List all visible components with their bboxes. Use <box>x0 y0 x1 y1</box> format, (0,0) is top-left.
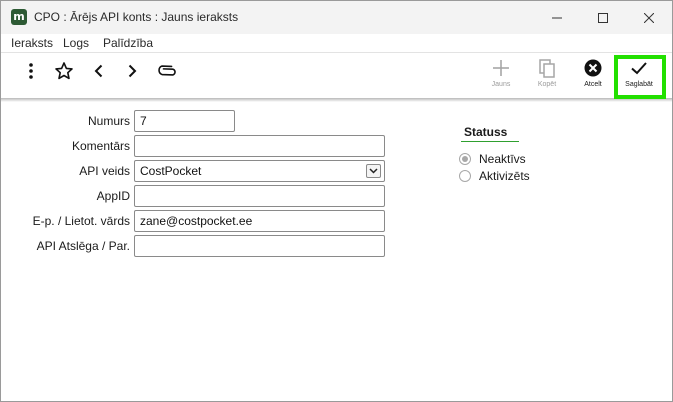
star-icon <box>55 62 73 80</box>
close-icon <box>644 12 654 23</box>
copy-icon <box>539 59 555 78</box>
paperclip-icon <box>158 65 176 76</box>
chevron-left-icon <box>94 64 103 78</box>
appid-input[interactable] <box>134 185 385 207</box>
toolbar: Jauns Kopēt Atcelt Saglabāt <box>1 53 672 98</box>
window-title: CPO : Ārējs API konts : Jauns ieraksts <box>34 10 239 24</box>
minimize-icon <box>552 17 562 18</box>
status-inactive-radio[interactable] <box>459 153 471 165</box>
copy-button-label: Kopēt <box>537 81 557 88</box>
komentars-input[interactable] <box>134 135 385 157</box>
close-window-button[interactable] <box>626 1 672 34</box>
previous-button[interactable] <box>89 61 109 81</box>
numurs-label: Numurs <box>87 114 130 128</box>
komentars-label: Komentārs <box>71 139 130 153</box>
dropdown-toggle[interactable] <box>366 164 381 178</box>
toolbar-divider <box>1 98 672 102</box>
minimize-button[interactable] <box>534 1 580 34</box>
status-title: Statuss <box>464 125 508 139</box>
cancel-button-label: Atcelt <box>584 81 602 88</box>
more-vertical-icon <box>29 63 33 79</box>
more-options-button[interactable] <box>21 61 41 81</box>
plus-icon <box>493 60 509 76</box>
copy-button[interactable]: Kopēt <box>534 57 560 97</box>
menu-ieraksts[interactable]: Ieraksts <box>11 36 53 50</box>
email-input[interactable]: zane@costpocket.ee <box>134 210 385 232</box>
api-key-label: API Atslēga / Par. <box>36 239 130 253</box>
status-active-radio[interactable] <box>459 170 471 182</box>
maximize-button[interactable] <box>580 1 626 34</box>
menu-logs[interactable]: Logs <box>63 36 89 50</box>
api-veids-value: CostPocket <box>140 164 202 178</box>
numurs-input[interactable]: 7 <box>134 110 235 132</box>
api-key-input[interactable] <box>134 235 385 257</box>
status-inactive-label[interactable]: Neaktīvs <box>479 152 526 166</box>
appid-label: AppID <box>96 189 130 203</box>
new-button-label: Jauns <box>491 81 511 88</box>
cancel-icon <box>584 59 602 77</box>
api-veids-select[interactable]: CostPocket <box>134 160 385 182</box>
maximize-icon <box>598 12 608 23</box>
api-veids-label: API veids <box>79 164 130 178</box>
title-bar[interactable]: m CPO : Ārējs API konts : Jauns ieraksts <box>1 1 672 34</box>
cancel-button[interactable]: Atcelt <box>580 57 606 97</box>
app-logo-icon: m <box>11 9 27 25</box>
save-button-highlight <box>614 55 666 99</box>
email-label: E-p. / Lietot. vārds <box>32 214 130 228</box>
app-window: m CPO : Ārējs API konts : Jauns ieraksts… <box>0 0 673 402</box>
menu-palidziba[interactable]: Palīdzība <box>103 36 153 50</box>
new-button[interactable]: Jauns <box>488 57 514 97</box>
next-button[interactable] <box>122 61 142 81</box>
favorite-button[interactable] <box>54 61 74 81</box>
chevron-down-icon <box>369 168 378 174</box>
status-active-label[interactable]: Aktivizēts <box>479 169 530 183</box>
menu-bar: Ieraksts Logs Palīdzība <box>1 34 672 53</box>
status-underline <box>461 141 519 142</box>
attachment-button[interactable] <box>157 61 177 81</box>
chevron-right-icon <box>128 64 137 78</box>
